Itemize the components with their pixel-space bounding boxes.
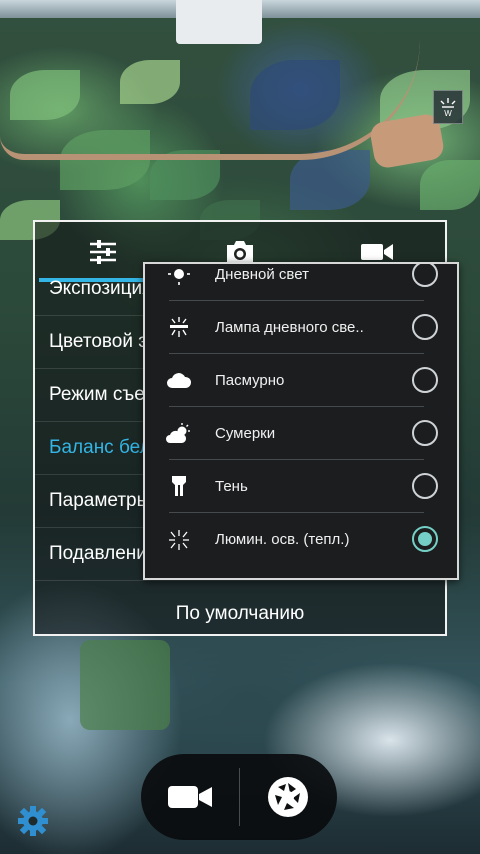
setting-label: Параметры — [49, 490, 151, 511]
white-balance-warm-fluorescent-icon: W — [440, 98, 456, 118]
white-balance-popup: Дневной свет Лампа дневного све.. Пасмур… — [143, 262, 459, 580]
setting-label: Экспозиция — [49, 278, 153, 299]
shutter-icon — [268, 777, 309, 817]
wb-option-label: Пасмурно — [215, 371, 285, 389]
white-balance-options: Дневной свет Лампа дневного све.. Пасмур… — [145, 264, 457, 566]
wb-option-label: Тень — [215, 477, 248, 495]
warm-fluorescent-icon — [165, 526, 193, 554]
wb-option-label: Сумерки — [215, 424, 276, 442]
take-photo-button[interactable] — [240, 754, 338, 840]
wb-option-fluorescent[interactable]: Лампа дневного све.. — [169, 301, 438, 354]
shade-icon — [165, 472, 193, 500]
wb-option-label: Лампа дневного све.. — [215, 318, 364, 336]
svg-text:W: W — [444, 109, 452, 118]
sliders-icon — [90, 240, 117, 264]
settings-button[interactable] — [16, 804, 50, 838]
fluorescent-icon — [165, 313, 193, 341]
daylight-icon — [165, 264, 193, 288]
wb-option-daylight[interactable]: Дневной свет — [168, 264, 438, 301]
radio-button-checked[interactable] — [412, 526, 438, 552]
video-camera-icon — [360, 244, 393, 260]
gear-icon — [18, 806, 48, 836]
white-balance-indicator[interactable]: W — [433, 90, 463, 124]
wb-option-warm-fluorescent[interactable]: Люмин. осв. (тепл.) — [169, 513, 438, 566]
wb-option-shade[interactable]: Тень — [169, 460, 438, 513]
wb-option-twilight[interactable]: Сумерки — [166, 407, 438, 460]
radio-button[interactable] — [412, 367, 438, 393]
wb-option-cloudy[interactable]: Пасмурно — [167, 354, 438, 407]
radio-button[interactable] — [412, 420, 438, 446]
record-video-button[interactable] — [141, 754, 239, 840]
radio-button[interactable] — [412, 314, 438, 340]
twilight-icon — [165, 419, 193, 447]
video-camera-icon — [167, 786, 212, 808]
radio-button[interactable] — [412, 264, 438, 287]
wb-option-label: Люмин. осв. (тепл.) — [215, 531, 350, 548]
wb-option-label: Дневной свет — [215, 265, 309, 283]
restore-defaults-button[interactable]: По умолчанию — [35, 594, 445, 634]
capture-controls — [141, 754, 337, 840]
cloudy-icon — [165, 366, 193, 394]
radio-button[interactable] — [412, 473, 438, 499]
